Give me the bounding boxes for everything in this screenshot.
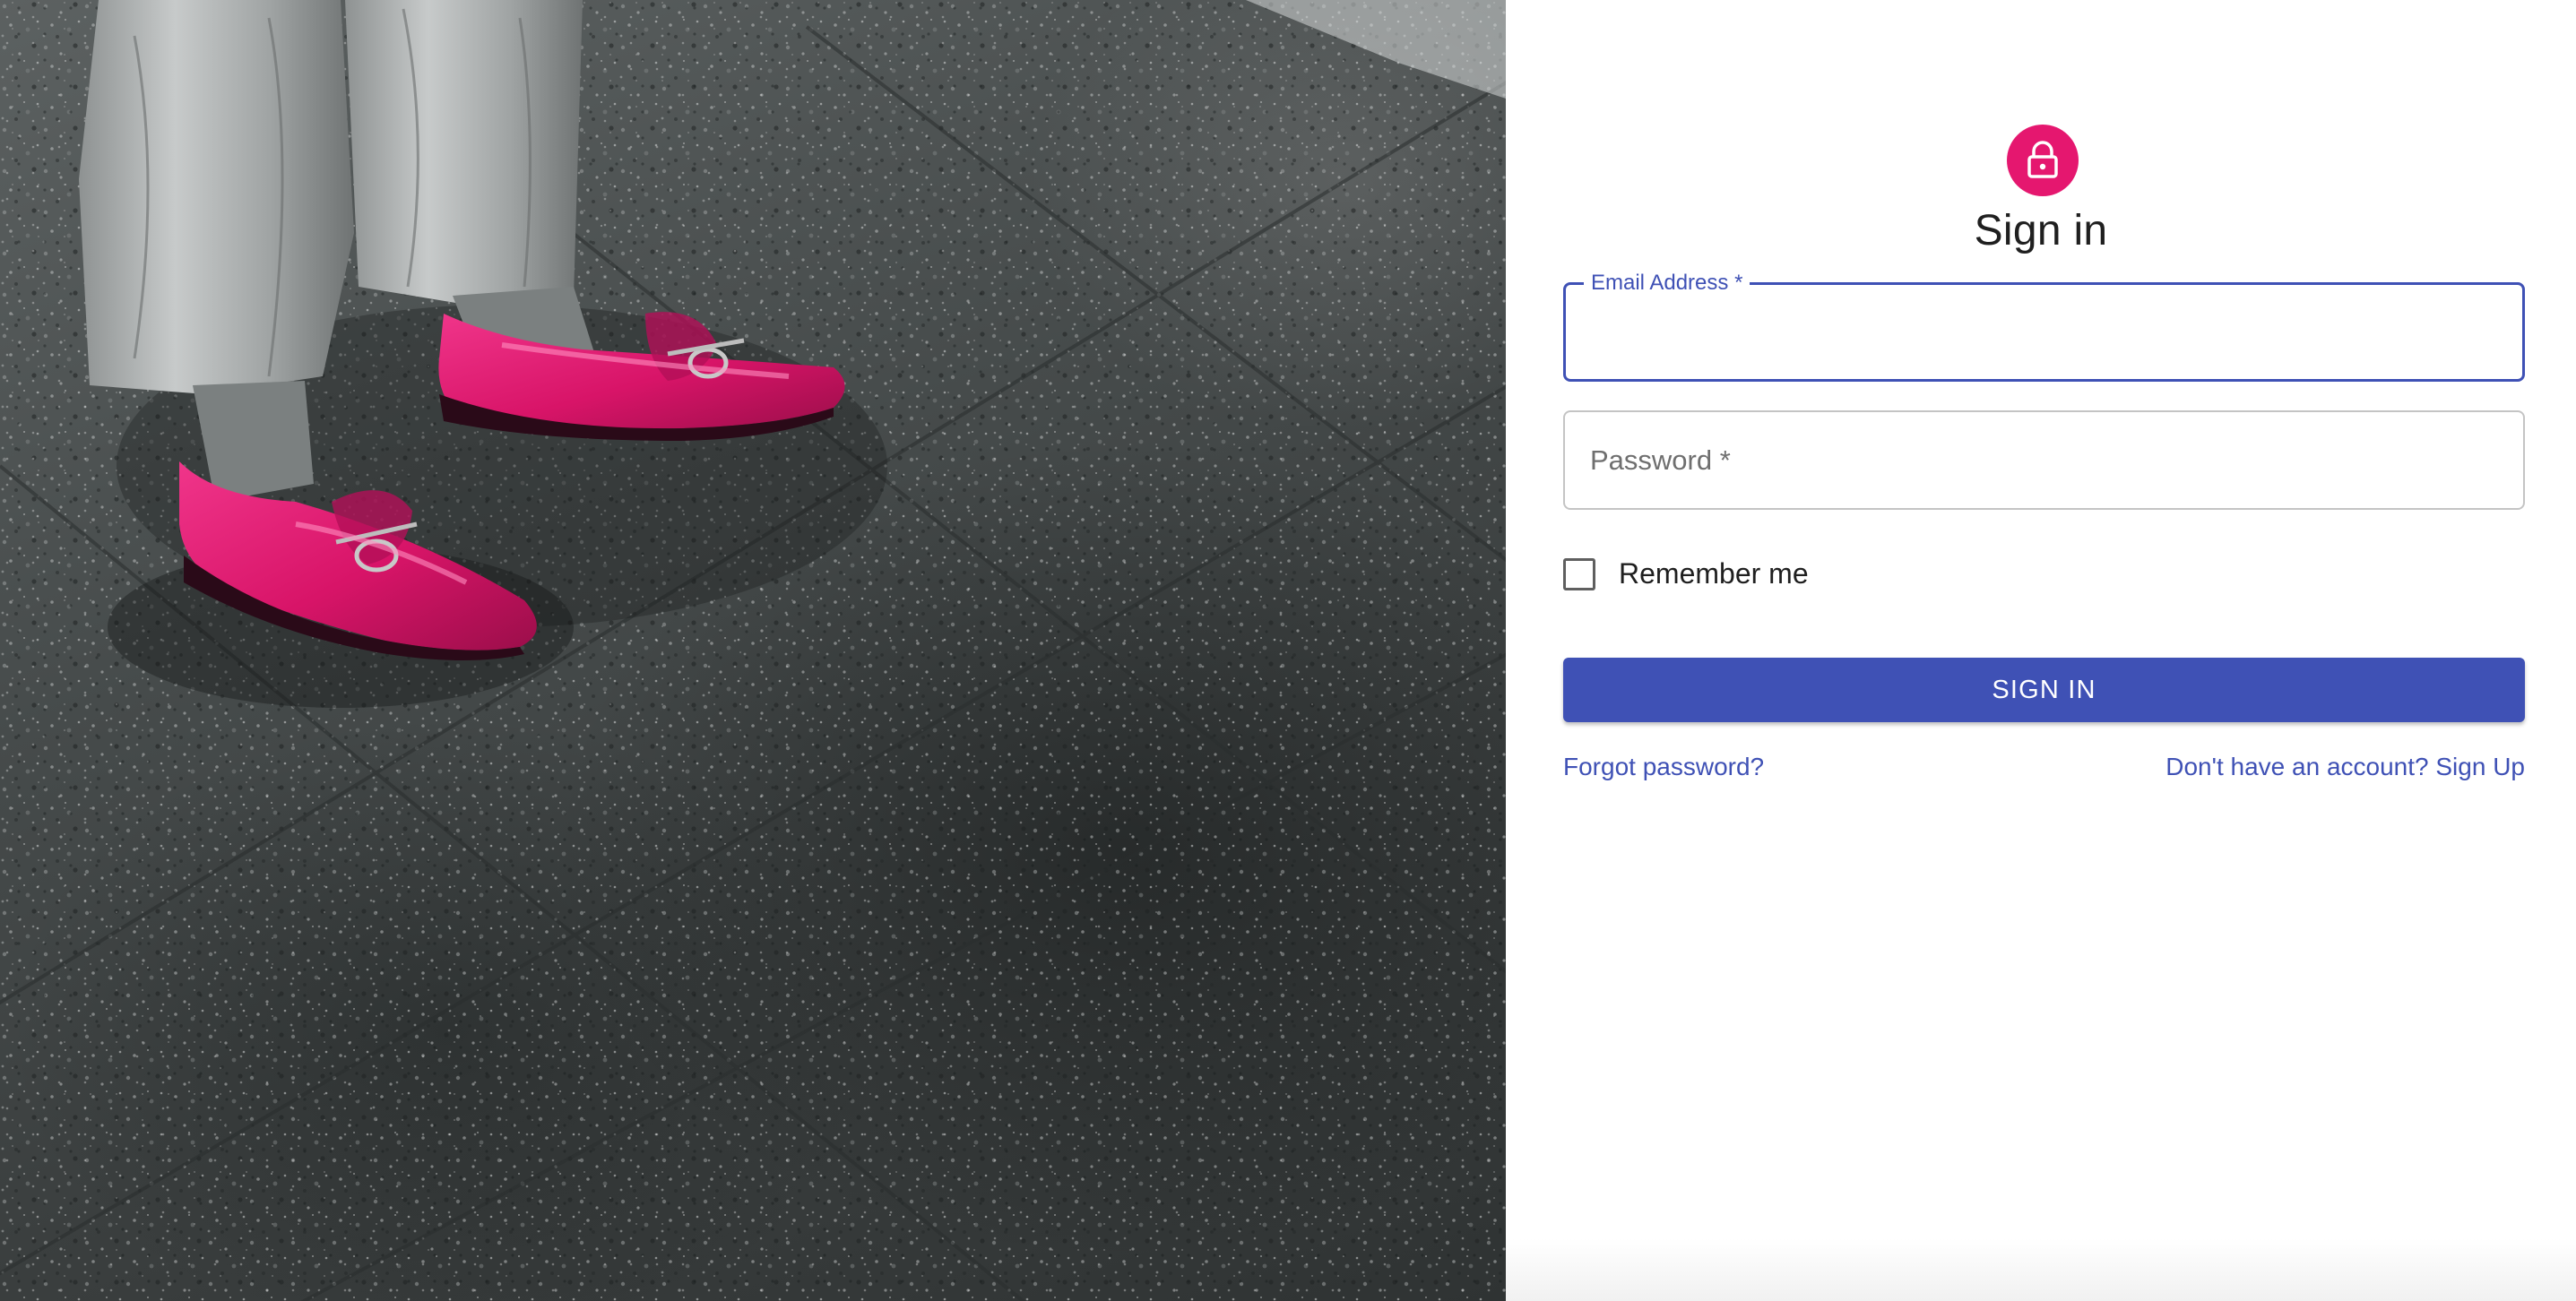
- password-field[interactable]: Password *: [1563, 410, 2525, 510]
- hero-illustration: [0, 0, 1506, 1301]
- sign-in-page: Sign in Email Address * Password * Remem…: [0, 0, 2576, 1301]
- remember-me-label: Remember me: [1619, 557, 1809, 590]
- forgot-password-link[interactable]: Forgot password?: [1563, 753, 1764, 781]
- lock-avatar: [2007, 125, 2079, 196]
- remember-me-checkbox[interactable]: [1563, 557, 1595, 590]
- lock-outlined-icon: [2027, 141, 2058, 178]
- sign-in-panel: Sign in Email Address * Password * Remem…: [1506, 0, 2576, 1301]
- remember-me[interactable]: Remember me: [1563, 557, 1809, 590]
- password-input[interactable]: [1565, 412, 2523, 508]
- email-field[interactable]: Email Address *: [1563, 270, 2525, 382]
- email-input[interactable]: [1566, 285, 2522, 379]
- sign-in-button[interactable]: SIGN IN: [1563, 658, 2525, 722]
- page-title: Sign in: [1974, 207, 2108, 254]
- hero-image: [0, 0, 1506, 1301]
- sign-up-link[interactable]: Don't have an account? Sign Up: [2165, 753, 2525, 781]
